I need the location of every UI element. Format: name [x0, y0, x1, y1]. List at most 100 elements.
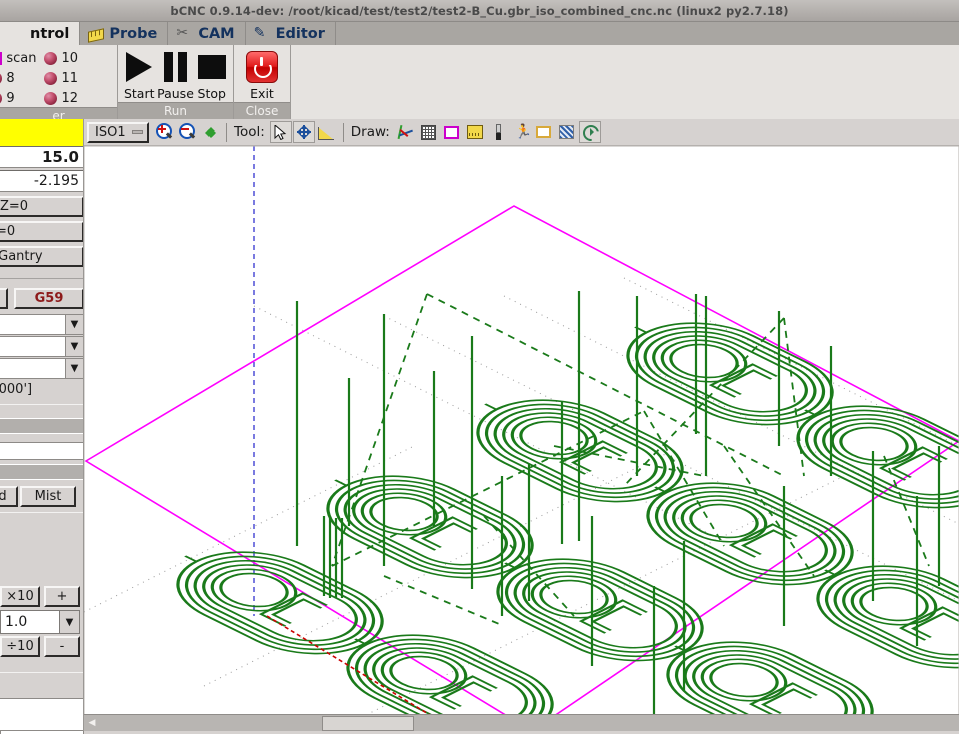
- scan-checkbox[interactable]: [0, 52, 3, 65]
- flood-button[interactable]: Flood: [0, 486, 18, 507]
- draw-grid-button[interactable]: [418, 121, 440, 143]
- zoom-out-button[interactable]: [176, 121, 198, 143]
- draw-rect-button[interactable]: [533, 121, 555, 143]
- stop-button-label: Stop: [197, 86, 226, 101]
- tab-editor[interactable]: ✎ Editor: [246, 22, 336, 45]
- power-icon: [246, 49, 278, 85]
- spindle-value-field[interactable]: [0, 442, 83, 460]
- chevron-down-icon[interactable]: ▼: [65, 337, 83, 356]
- view-select[interactable]: ISO1: [87, 121, 149, 143]
- control-item-8[interactable]: 8: [0, 70, 36, 87]
- control-item-9[interactable]: 9: [0, 90, 36, 107]
- pencil-icon: ✎: [253, 25, 266, 41]
- jog-minus-button[interactable]: -: [44, 636, 80, 657]
- pause-icon: [164, 49, 187, 85]
- draw-label: Draw:: [350, 124, 390, 140]
- tool-label: Tool:: [234, 124, 265, 140]
- dro-value-2[interactable]: -2.195: [0, 170, 83, 192]
- jog-divide-button[interactable]: ÷10: [0, 636, 40, 657]
- zoom-fit-button[interactable]: [199, 121, 221, 143]
- main-area: 15.0 -2.195 Z=0 =0 e Gantry 58 G59 ▼: [0, 146, 959, 731]
- control-sidebar: 15.0 -2.195 Z=0 =0 e Gantry 58 G59 ▼: [0, 146, 84, 731]
- draw-probe-button[interactable]: [464, 121, 486, 143]
- sidebar-divider-4: [0, 672, 83, 674]
- draw-path-button[interactable]: 🏃: [510, 121, 532, 143]
- select-arrow-icon: [274, 124, 287, 140]
- zero-z-button[interactable]: Z=0: [0, 196, 83, 217]
- wcs-g59-button[interactable]: G59: [14, 288, 83, 309]
- coordinate-readout: 000', '0.000']: [0, 382, 33, 397]
- sidebar-divider-3: [0, 512, 83, 514]
- chevron-down-icon[interactable]: ▼: [65, 359, 83, 378]
- chevron-down-icon[interactable]: ▼: [59, 611, 79, 633]
- tab-control[interactable]: ntrol: [0, 22, 81, 45]
- tab-control-label: ntrol: [30, 25, 70, 42]
- scrollbar-thumb[interactable]: [322, 716, 414, 731]
- tab-probe[interactable]: Probe: [80, 22, 169, 45]
- control-item-12[interactable]: 12: [44, 90, 78, 107]
- wcs-combo-2-field: [0, 337, 65, 356]
- led-icon-12: [44, 92, 58, 105]
- wcs-combo-2[interactable]: ▼: [0, 336, 83, 357]
- exit-button[interactable]: Exit: [244, 49, 280, 101]
- grid-icon: [421, 124, 437, 140]
- endmill-icon: [491, 124, 505, 140]
- jog-step-field[interactable]: 1.0 ▼: [0, 610, 80, 634]
- toolpath-rendering: [84, 146, 959, 731]
- spindle-slider[interactable]: [0, 418, 83, 434]
- chevron-down-icon[interactable]: ▼: [65, 315, 83, 334]
- tab-cam[interactable]: ✂ CAM: [168, 22, 246, 45]
- optionmenu-indicator-icon: [132, 130, 143, 134]
- draw-axes-button[interactable]: [395, 121, 417, 143]
- ruler-angle-button[interactable]: [316, 121, 338, 143]
- wcs-combo-1[interactable]: ▼: [0, 314, 83, 335]
- wcs-combo-3[interactable]: ▼: [0, 358, 83, 379]
- ribbon-empty-area: [291, 45, 959, 119]
- move-gantry-button[interactable]: e Gantry: [0, 246, 83, 267]
- move-button[interactable]: [292, 121, 315, 143]
- control-item-scan[interactable]: scan: [0, 50, 36, 67]
- hatch-icon: [559, 125, 575, 139]
- cnc-3d-canvas[interactable]: ◀: [84, 146, 959, 731]
- ribbon-group-run-label: Run: [118, 102, 233, 119]
- gear-icon: [8, 25, 25, 42]
- ribbon-group-close: Exit Close: [234, 45, 291, 119]
- select-arrow-button[interactable]: [269, 121, 292, 143]
- led-label-9: 9: [6, 91, 15, 106]
- stop-button[interactable]: Stop: [196, 49, 229, 101]
- jog-plus-button[interactable]: +: [44, 586, 80, 607]
- led-label-8: 8: [6, 71, 15, 86]
- zoom-in-icon: [155, 123, 173, 141]
- terminal-field[interactable]: [0, 698, 83, 731]
- tab-editor-label: Editor: [275, 25, 325, 42]
- control-item-11[interactable]: 11: [44, 70, 78, 87]
- sidebar-divider-2: [0, 404, 83, 406]
- scroll-left-arrow-icon[interactable]: ◀: [84, 716, 100, 731]
- draw-margin-button[interactable]: [441, 121, 463, 143]
- wcs-g58-button[interactable]: 58: [0, 288, 8, 309]
- exit-button-label: Exit: [250, 86, 274, 101]
- pause-button[interactable]: Pause: [157, 49, 194, 101]
- draw-endmill-button[interactable]: [487, 121, 509, 143]
- led-icon-11: [44, 72, 58, 85]
- mist-button[interactable]: Mist: [20, 486, 76, 507]
- jog-multiply-button[interactable]: ×10: [0, 586, 40, 607]
- led-label-11: 11: [61, 71, 78, 86]
- feed-slider[interactable]: [0, 464, 83, 480]
- dro-value-1[interactable]: 15.0: [0, 146, 83, 168]
- window-title: bCNC 0.9.14-dev: /root/kicad/test/test2/…: [170, 3, 789, 18]
- zero-all-button[interactable]: =0: [0, 221, 83, 242]
- wcs-combo-1-field: [0, 315, 65, 334]
- draw-rotate-button[interactable]: [578, 121, 601, 143]
- start-button[interactable]: Start: [123, 49, 156, 101]
- ruler-icon: [88, 28, 105, 43]
- rotate-icon: [582, 124, 598, 140]
- ribbon: ntrol Probe ✂ CAM ✎ Editor p: [0, 22, 959, 119]
- control-item-10[interactable]: 10: [44, 50, 78, 67]
- zoom-in-button[interactable]: [153, 121, 175, 143]
- draw-hatch-button[interactable]: [556, 121, 578, 143]
- toolbar-separator-1: [226, 122, 228, 142]
- axes-icon: [397, 124, 414, 140]
- canvas-horizontal-scrollbar[interactable]: ◀: [84, 714, 959, 731]
- zoom-out-icon: [178, 123, 196, 141]
